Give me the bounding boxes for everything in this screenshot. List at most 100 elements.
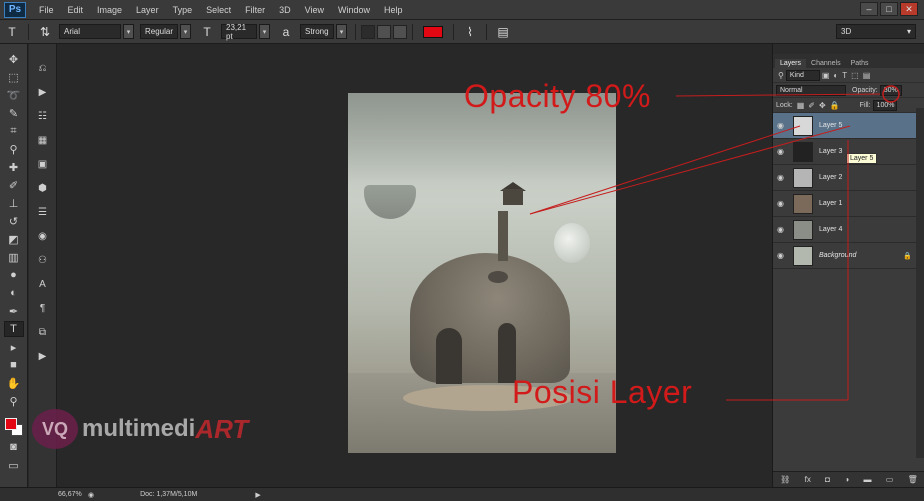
link-layers-icon[interactable]: ⛓ [780,475,790,484]
layer-comps-icon[interactable]: ⧉ [34,324,52,340]
opacity-field[interactable]: 80% [879,84,902,96]
3d-icon[interactable]: ⬢ [34,180,52,196]
type-filter-icon[interactable]: T [842,71,847,80]
eye-icon[interactable]: ◉ [777,173,789,182]
align-right-button[interactable] [393,24,407,39]
dodge-icon[interactable]: ◐ [4,285,24,301]
workspace-select[interactable]: 3D ▾ [836,24,916,39]
layer-row[interactable]: ◉ Background 🔒 [773,243,924,269]
layer-style-icon[interactable]: fx [805,475,811,484]
path-select-icon[interactable]: ▸ [4,339,24,355]
font-family-field[interactable]: Arial [59,24,121,39]
layer-row[interactable]: ◉ Layer 4 [773,217,924,243]
crop-icon[interactable]: ⌗ [4,123,24,139]
blur-icon[interactable]: ● [4,267,24,283]
foreground-color-swatch[interactable] [4,418,17,430]
zoom-level[interactable]: 66,67% [58,491,88,498]
screen-mode-icon[interactable]: ▭ [4,457,24,473]
text-color-swatch[interactable] [423,25,443,38]
brush-icon[interactable]: ✐ [4,177,24,193]
character-panel-icon[interactable]: ▤ [494,23,512,41]
timeline-icon[interactable]: ▶ [34,348,52,364]
character-icon[interactable]: A [34,276,52,292]
hand-icon[interactable]: ✋ [4,375,24,391]
status-info-icon[interactable]: ◉ [88,491,94,499]
align-center-button[interactable] [377,24,391,39]
maximize-button[interactable]: □ [880,2,898,16]
eye-icon[interactable]: ◉ [777,147,789,156]
lasso-icon[interactable]: ➰ [4,87,24,103]
text-orientation-icon[interactable]: ⇅ [36,23,54,41]
menu-3d[interactable]: 3D [272,0,298,20]
tab-channels[interactable]: Channels [806,59,846,68]
new-layer-icon[interactable]: ▭ [886,475,894,484]
shape-filter-icon[interactable]: ⬚ [851,71,859,80]
quick-select-icon[interactable]: ✎ [4,105,24,121]
eye-icon[interactable]: ◉ [777,251,789,260]
styles-icon[interactable]: ◉ [34,228,52,244]
antialias-field[interactable]: Strong [300,24,334,39]
zoom-icon[interactable]: ⚲ [4,393,24,409]
close-button[interactable]: ✕ [900,2,918,16]
marquee-icon[interactable]: ⬚ [4,69,24,85]
menu-type[interactable]: Type [166,0,200,20]
chevron-down-icon[interactable]: ▾ [123,24,134,39]
history-icon[interactable]: ⎌ [34,60,52,76]
add-mask-icon[interactable]: ◘ [825,475,830,484]
layer-row[interactable]: ◉ Layer 5 [773,113,924,139]
eye-icon[interactable]: ◉ [777,225,789,234]
pixel-filter-icon[interactable]: ▣ [822,71,830,80]
menu-layer[interactable]: Layer [129,0,166,20]
navigator-icon[interactable]: ▣ [34,156,52,172]
lock-image-icon[interactable]: ✐ [808,101,815,110]
warp-text-icon[interactable]: ⌇ [461,23,479,41]
delete-layer-icon[interactable]: 🗑 [908,475,918,484]
color-swatches[interactable] [3,416,25,438]
font-style-field[interactable]: Regular [140,24,178,39]
actions-icon[interactable]: ▶ [34,84,52,100]
lock-all-icon[interactable]: 🔒 [830,101,840,110]
menu-edit[interactable]: Edit [61,0,91,20]
lock-transparent-icon[interactable]: ▦ [797,101,805,110]
channels-icon[interactable]: ⚇ [34,252,52,268]
menu-view[interactable]: View [298,0,331,20]
font-size-field[interactable]: 23,21 pt [221,23,257,41]
adjustment-filter-icon[interactable]: ◐ [833,71,838,80]
menu-help[interactable]: Help [377,0,410,20]
layer-row[interactable]: ◉ Layer 1 [773,191,924,217]
blend-mode-select[interactable]: Normal [776,84,846,96]
align-left-button[interactable] [361,24,375,39]
eye-icon[interactable]: ◉ [777,121,789,130]
gradient-icon[interactable]: ▥ [4,249,24,265]
fill-field[interactable]: 100% [872,99,897,111]
menu-window[interactable]: Window [331,0,377,20]
minimize-button[interactable]: – [860,2,878,16]
tab-paths[interactable]: Paths [846,59,874,68]
quick-mask-icon[interactable]: ◙ [4,439,24,455]
chevron-down-icon[interactable]: ▾ [259,24,270,39]
healing-icon[interactable]: ✚ [4,159,24,175]
status-menu-icon[interactable]: ▶ [255,491,260,499]
pen-icon[interactable]: ✒ [4,303,24,319]
layers-scrollbar[interactable] [916,108,924,458]
type-icon[interactable]: T [3,321,24,337]
smart-object-filter-icon[interactable]: ▤ [863,71,871,80]
eraser-icon[interactable]: ◩ [4,231,24,247]
paragraph-icon[interactable]: ¶ [34,300,52,316]
eye-icon[interactable]: ◉ [777,199,789,208]
type-tool-preset-icon[interactable]: T [3,23,21,41]
chevron-down-icon[interactable]: ▾ [336,24,347,39]
menu-image[interactable]: Image [90,0,129,20]
adjustment-layer-icon[interactable]: ◑ [844,475,849,484]
tab-layers[interactable]: Layers [775,59,807,68]
chevron-down-icon[interactable]: ▾ [180,24,191,39]
menu-file[interactable]: File [32,0,61,20]
menu-filter[interactable]: Filter [238,0,272,20]
kind-filter-select[interactable]: Kind [785,69,820,81]
menu-select[interactable]: Select [199,0,238,20]
new-group-icon[interactable]: ▬ [863,475,871,484]
properties-icon[interactable]: ☷ [34,108,52,124]
lock-position-icon[interactable]: ✥ [819,101,826,110]
stamp-icon[interactable]: ⊥ [4,195,24,211]
adjustments-icon[interactable]: ☰ [34,204,52,220]
